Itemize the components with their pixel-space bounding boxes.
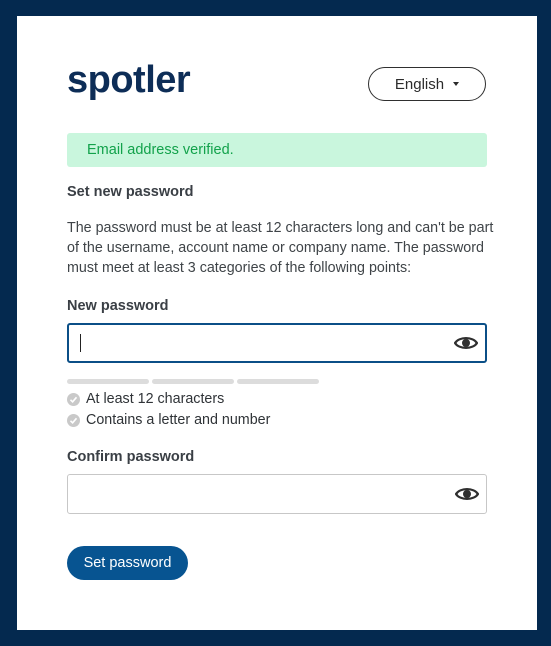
caret-down-icon <box>453 82 460 86</box>
password-card: spotler English Email address verified. … <box>17 16 537 630</box>
language-selected-label: English <box>394 75 445 93</box>
check-circle-icon <box>67 392 80 406</box>
new-password-field[interactable] <box>67 323 487 363</box>
check-circle-icon <box>67 413 80 427</box>
spotler-logo: spotler <box>67 59 191 101</box>
requirement-length: At least 12 characters <box>67 391 224 407</box>
password-strength-meter <box>67 379 319 384</box>
confirm-password-field[interactable] <box>67 474 487 514</box>
requirement-text: Contains a letter and number <box>86 412 271 428</box>
confirm-password-label: Confirm password <box>67 449 195 465</box>
requirement-letter-number: Contains a letter and number <box>67 412 270 428</box>
confirm-password-input[interactable] <box>68 475 438 513</box>
requirement-text: At least 12 characters <box>86 391 225 407</box>
strength-segment <box>237 379 319 384</box>
password-policy-text: The password must be at least 12 charact… <box>67 220 494 276</box>
strength-segment <box>152 379 234 384</box>
text-cursor <box>80 334 81 352</box>
form-heading: Set new password <box>67 184 194 200</box>
language-selector[interactable]: English <box>368 67 486 101</box>
new-password-label: New password <box>67 298 169 314</box>
eye-icon[interactable] <box>454 335 478 351</box>
set-password-button[interactable]: Set password <box>67 546 188 580</box>
new-password-input[interactable] <box>69 325 439 361</box>
eye-icon[interactable] <box>455 486 479 502</box>
verified-alert: Email address verified. <box>67 133 487 167</box>
alert-text: Email address verified. <box>87 142 234 158</box>
strength-segment <box>67 379 149 384</box>
